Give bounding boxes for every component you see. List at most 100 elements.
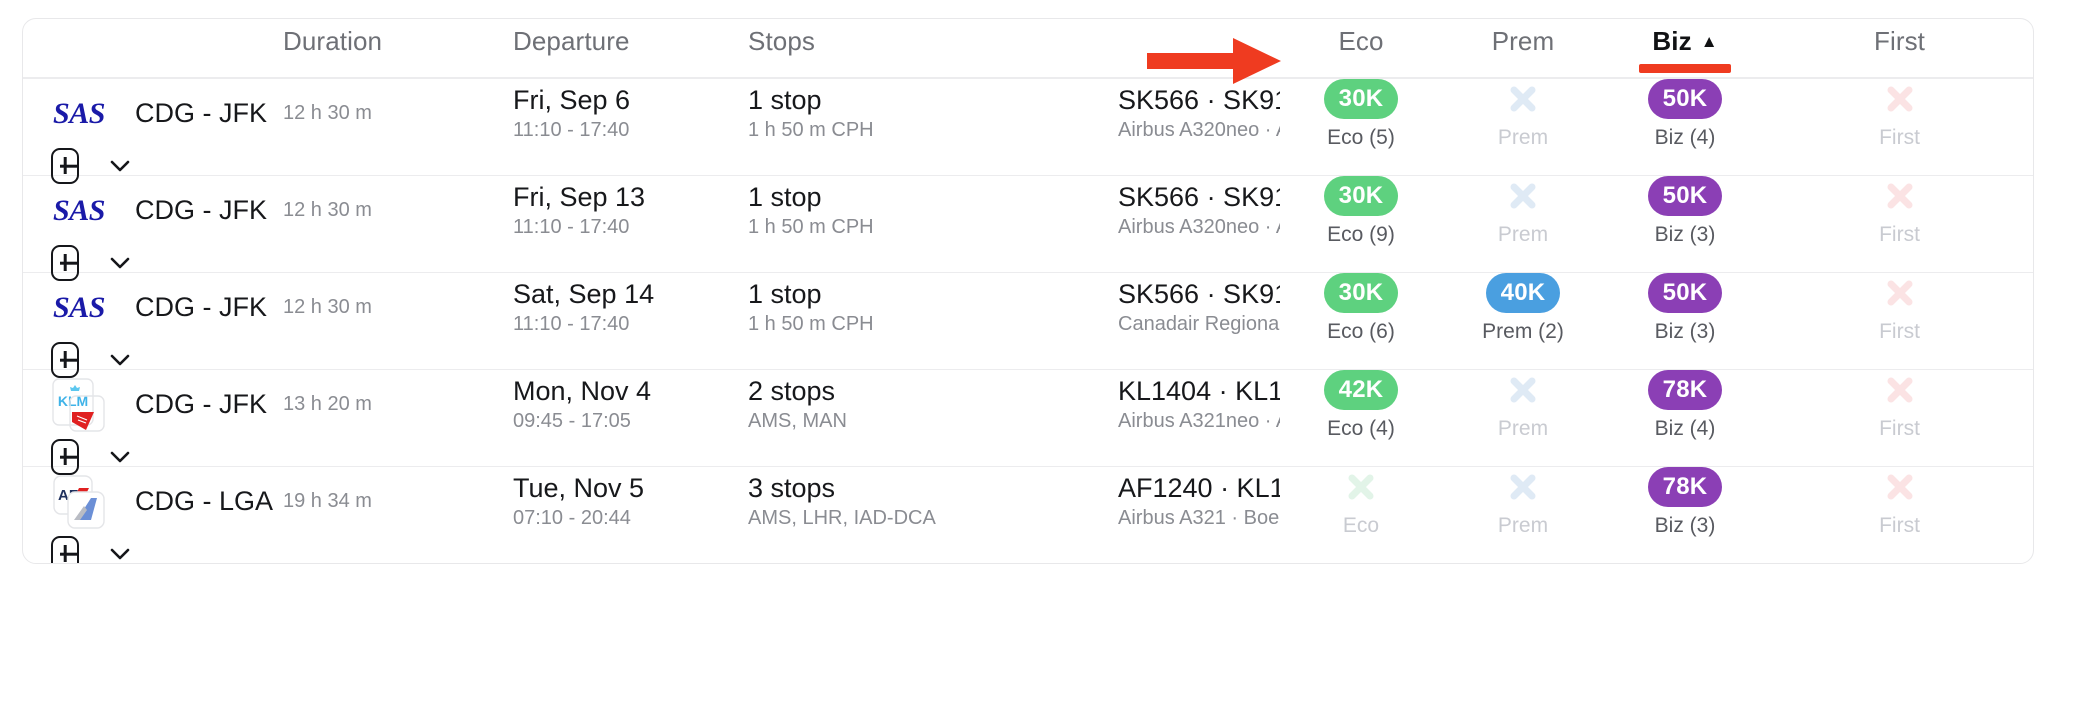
column-header-first[interactable]: First [1766,26,2033,57]
stops-text: 1 stop [748,279,822,310]
add-to-compare-plus-icon[interactable] [51,439,79,475]
airline-logo-cell: KLM [23,376,135,434]
add-to-compare-plus-icon[interactable] [51,148,79,184]
cabin-cell-prem: Prem [1442,467,1604,536]
departure-times-text: 07:10 - 20:44 [513,506,631,529]
first-label: First [1879,223,1920,246]
table-row[interactable]: SAS CDG - JFK 12 h 30 m Sat, Sep 14 11:1… [23,272,2033,378]
biz-price-badge: 50K [1648,176,1722,216]
biz-label: Biz (3) [1654,320,1716,343]
departure-cell: Tue, Nov 5 07:10 - 20:44 [513,474,748,528]
column-header-biz-label: Biz [1652,25,1692,56]
duration-text: 13 h 20 m [283,393,372,415]
route-cell: CDG - JFK [135,390,283,419]
route-text: CDG - JFK [135,195,267,226]
airline-logo-cell: SAS [23,291,135,325]
duration-cell: 12 h 30 m [283,200,513,221]
stops-cell: 3 stops AMS, LHR, IAD-DCA [748,474,1118,528]
cabin-cell-biz[interactable]: 50K Biz (4) [1604,79,1766,148]
stops-detail-text: 1 h 50 m CPH [748,215,874,238]
column-header-first-label: First [1873,25,1926,56]
cabin-cell-eco[interactable]: 30K Eco (6) [1280,273,1442,342]
prem-label: Prem [1497,126,1549,149]
route-cell: CDG - JFK [135,195,283,226]
table-row[interactable]: SAS CDG - JFK 12 h 30 m Fri, Sep 6 11:10… [23,78,2033,184]
prem-label: Prem [1497,514,1549,537]
prem-price-badge: 40K [1486,273,1560,313]
expand-row-chevron-down-icon[interactable] [105,539,135,563]
expand-row-chevron-down-icon[interactable] [105,248,135,278]
table-row[interactable]: AF CDG - LGA 19 h 34 m Tue, Nov 5 07:10 … [23,466,2033,563]
column-header-departure[interactable]: Departure [513,26,748,57]
departure-date-text: Sat, Sep 14 [513,279,655,310]
flight-numbers-text: SK566 · SK915 [1118,183,1280,212]
stops-cell: 1 stop 1 h 50 m CPH [748,86,1118,140]
stops-cell: 1 stop 1 h 50 m CPH [748,280,1118,334]
sas-logo-icon: SAS [53,193,105,227]
expand-row-chevron-down-icon[interactable] [105,442,135,472]
route-text: CDG - JFK [135,292,267,323]
first-unavailable-x-icon [1880,176,1920,216]
column-header-prem[interactable]: Prem [1442,26,1604,57]
expand-row-chevron-down-icon[interactable] [105,345,135,375]
duration-cell: 19 h 34 m [283,491,513,512]
table-row[interactable]: KLM CDG - JFK 13 h 20 m Mon, Nov 4 09:45… [23,369,2033,475]
column-header-stops[interactable]: Stops [748,26,1118,57]
aircraft-text: Airbus A320neo · Airbus A321neo [1118,119,1280,141]
airline-logo-cell: AF [23,473,135,531]
departure-date-text: Tue, Nov 5 [513,473,645,504]
departure-times-text: 11:10 - 17:40 [513,312,630,335]
add-to-compare-plus-icon[interactable] [51,536,79,563]
sas-logo-icon: SAS [53,96,105,130]
cabin-cell-first: First [1766,176,2033,245]
sas-logo-icon: SAS [53,290,105,324]
biz-price-badge: 50K [1648,273,1722,313]
stops-detail-text: AMS, LHR, IAD-DCA [748,506,936,529]
stops-cell: 1 stop 1 h 50 m CPH [748,183,1118,237]
cabin-cell-eco[interactable]: 30K Eco (5) [1280,79,1442,148]
cabin-cell-prem: Prem [1442,79,1604,148]
departure-date-text: Fri, Sep 6 [513,85,631,116]
add-to-compare-plus-icon[interactable] [51,245,79,281]
stops-text: 3 stops [748,473,836,504]
stops-text: 1 stop [748,182,822,213]
flight-numbers-text: SK566 · SK915 [1118,280,1280,309]
first-label: First [1879,126,1920,149]
route-cell: CDG - JFK [135,99,283,128]
stops-detail-text: 1 h 50 m CPH [748,312,874,335]
expand-row-chevron-down-icon[interactable] [105,151,135,181]
column-header-biz[interactable]: Biz ▲ [1604,25,1766,73]
cabin-cell-biz[interactable]: 78K Biz (3) [1604,467,1766,536]
eco-price-badge: 30K [1324,79,1398,119]
prem-unavailable-x-icon [1503,467,1543,507]
table-row[interactable]: SAS CDG - JFK 12 h 30 m Fri, Sep 13 11:1… [23,175,2033,281]
departure-cell: Fri, Sep 13 11:10 - 17:40 [513,183,748,237]
first-unavailable-x-icon [1880,273,1920,313]
airfrance-logo-icon: AF [50,473,108,531]
duration-cell: 12 h 30 m [283,297,513,318]
prem-unavailable-x-icon [1503,79,1543,119]
departure-times-text: 09:45 - 17:05 [513,409,631,432]
flight-numbers-text: AF1240 · KL1005 · VS21 · D [1118,474,1280,503]
cabin-cell-biz[interactable]: 50K Biz (3) [1604,176,1766,245]
row-actions [23,342,135,378]
cabin-cell-eco[interactable]: 42K Eco (4) [1280,370,1442,439]
row-actions [23,148,135,184]
flights-cell: KL1404 · KL1033 · VS127 Airbus A321neo ·… [1118,377,1280,431]
flights-cell: AF1240 · KL1005 · VS21 · D Airbus A321 ·… [1118,474,1280,528]
cabin-cell-eco[interactable]: 30K Eco (9) [1280,176,1442,245]
column-header-duration[interactable]: Duration [283,26,513,57]
biz-label: Biz (3) [1654,514,1716,537]
duration-text: 12 h 30 m [283,296,372,318]
flight-results-page: Duration Departure Stops Eco Prem Biz ▲ F… [0,0,2082,726]
add-to-compare-plus-icon[interactable] [51,342,79,378]
cabin-cell-biz[interactable]: 78K Biz (4) [1604,370,1766,439]
cabin-cell-eco: Eco [1280,467,1442,536]
cabin-cell-biz[interactable]: 50K Biz (3) [1604,273,1766,342]
cabin-cell-first: First [1766,370,2033,439]
first-unavailable-x-icon [1880,370,1920,410]
column-header-eco[interactable]: Eco [1280,26,1442,57]
route-cell: CDG - JFK [135,292,283,323]
cabin-cell-prem[interactable]: 40K Prem (2) [1442,273,1604,342]
flight-numbers-text: KL1404 · KL1033 · VS127 [1118,377,1280,406]
